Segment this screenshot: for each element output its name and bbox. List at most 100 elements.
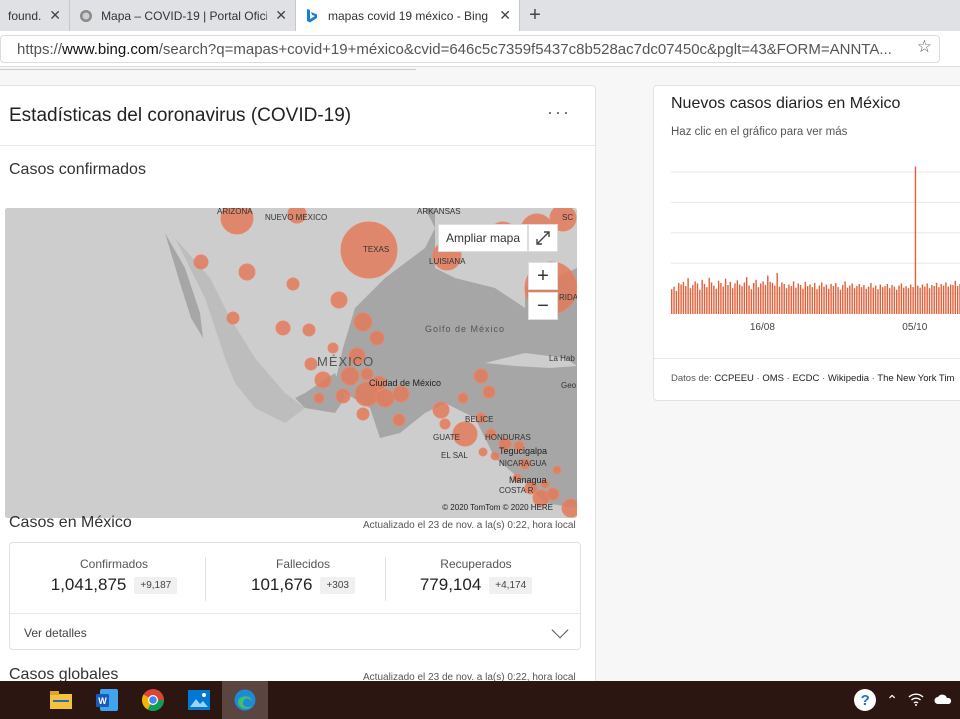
chart-bar[interactable] xyxy=(696,283,699,314)
chart-bar[interactable] xyxy=(729,281,731,314)
chart-bar[interactable] xyxy=(844,281,846,314)
chart-bar[interactable] xyxy=(717,280,720,314)
tab-bing-search[interactable]: mapas covid 19 méxico - Bing ✕ xyxy=(296,0,520,31)
chart-bar[interactable] xyxy=(720,282,722,314)
chart-bar[interactable] xyxy=(952,285,954,314)
chart-bar[interactable] xyxy=(748,285,750,314)
chart-bar[interactable] xyxy=(738,284,741,314)
chart-bar[interactable] xyxy=(924,286,926,314)
zoom-out-button[interactable]: − xyxy=(528,292,558,320)
chart-bar[interactable] xyxy=(858,283,860,314)
expand-icon[interactable] xyxy=(528,224,558,252)
chart-bar[interactable] xyxy=(919,287,921,314)
source-link[interactable]: ECDC xyxy=(792,373,819,384)
chart-bar[interactable] xyxy=(949,284,952,314)
chart-bar[interactable] xyxy=(776,272,778,314)
chart-bar[interactable] xyxy=(910,284,912,314)
chart-bar[interactable] xyxy=(715,288,717,314)
chart-bar[interactable] xyxy=(830,283,832,314)
source-link[interactable]: The New York Tim xyxy=(877,373,954,384)
chart-bar[interactable] xyxy=(886,283,889,314)
chart-bar[interactable] xyxy=(877,289,879,314)
chart-bar[interactable] xyxy=(865,288,867,314)
chart-bar[interactable] xyxy=(867,286,870,314)
chart-bar[interactable] xyxy=(938,287,940,314)
chart-bar[interactable] xyxy=(912,287,914,314)
chart-bar[interactable] xyxy=(767,275,769,314)
chart-bar[interactable] xyxy=(842,285,844,314)
chart-bar[interactable] xyxy=(832,286,835,314)
chart-bar[interactable] xyxy=(933,286,935,314)
chart-bar[interactable] xyxy=(673,286,675,314)
chart-bar[interactable] xyxy=(790,286,792,314)
chart-bar[interactable] xyxy=(856,286,858,314)
source-link[interactable]: CCPEEU xyxy=(714,373,754,384)
chart-bar[interactable] xyxy=(839,289,842,314)
chart-bar[interactable] xyxy=(781,282,783,314)
chart-bar[interactable] xyxy=(699,289,701,314)
chart-bar[interactable] xyxy=(753,282,755,314)
chart-bar[interactable] xyxy=(804,281,806,314)
chart-bar[interactable] xyxy=(774,285,776,314)
chart-bar[interactable] xyxy=(837,287,839,314)
chart-bar[interactable] xyxy=(928,288,931,314)
chart-bar[interactable] xyxy=(708,277,710,314)
chart-bar[interactable] xyxy=(701,279,703,314)
chart-bar[interactable] xyxy=(860,287,863,314)
chart-bar[interactable] xyxy=(703,283,706,314)
chart-bar[interactable] xyxy=(881,287,884,314)
chart-bar[interactable] xyxy=(863,285,865,314)
chart-bar[interactable] xyxy=(685,286,687,314)
chart-bar[interactable] xyxy=(891,285,893,314)
chart-bar[interactable] xyxy=(783,283,785,314)
chart-bar[interactable] xyxy=(849,285,851,314)
chart-bar[interactable] xyxy=(809,284,811,314)
chart-bar[interactable] xyxy=(692,285,694,314)
chart-bar[interactable] xyxy=(680,284,682,314)
chart-bar[interactable] xyxy=(802,288,804,314)
chart-bar[interactable] xyxy=(870,282,872,314)
chart-bar[interactable] xyxy=(710,282,713,314)
new-tab-button[interactable]: + xyxy=(520,0,550,31)
chart-bar[interactable] xyxy=(874,285,877,314)
photos-icon[interactable] xyxy=(176,681,222,719)
chart-bar[interactable] xyxy=(746,277,748,314)
wifi-icon[interactable] xyxy=(908,692,924,709)
chart-bar[interactable] xyxy=(797,283,799,314)
edge-icon[interactable] xyxy=(222,681,268,719)
chart-bar[interactable] xyxy=(792,281,795,314)
chart-bar[interactable] xyxy=(795,287,797,314)
chart-bar[interactable] xyxy=(788,284,790,314)
chart-bar[interactable] xyxy=(888,288,891,314)
chart-bar[interactable] xyxy=(671,289,673,314)
chart-bar[interactable] xyxy=(956,286,959,314)
favorite-star-icon[interactable]: ☆ xyxy=(917,37,932,57)
chart-bar[interactable] xyxy=(785,288,788,314)
chart-bar[interactable] xyxy=(678,282,680,314)
chart-bar[interactable] xyxy=(818,285,821,314)
daily-cases-card[interactable]: Nuevos casos diarios en México Haz clic … xyxy=(653,85,960,401)
view-details-button[interactable]: Ver detalles xyxy=(10,613,580,651)
chart-bar[interactable] xyxy=(799,285,802,314)
chart-bar[interactable] xyxy=(940,283,942,314)
chart-bar[interactable] xyxy=(764,285,767,314)
chart-bar[interactable] xyxy=(734,283,736,314)
chart-bar[interactable] xyxy=(954,280,956,314)
chart-bar[interactable] xyxy=(835,282,837,314)
chart-bar[interactable] xyxy=(853,288,856,314)
chart-bar[interactable] xyxy=(896,289,898,314)
chart-bar[interactable] xyxy=(687,278,689,314)
chart-bar[interactable] xyxy=(921,284,924,314)
chart-bar[interactable] xyxy=(931,285,933,314)
chart-bar[interactable] xyxy=(917,285,919,314)
chart-bar[interactable] xyxy=(926,283,928,314)
close-icon[interactable]: ✕ xyxy=(491,7,511,24)
chart-bar[interactable] xyxy=(823,286,825,314)
zoom-in-button[interactable]: + xyxy=(528,262,558,290)
chart-bar[interactable] xyxy=(851,283,853,314)
chart-bar[interactable] xyxy=(846,287,849,314)
chart-bar[interactable] xyxy=(872,287,874,314)
covid-map[interactable]: ARIZONA NUEVO MEXICO ARKANSAS TEXAS LUIS… xyxy=(5,208,577,518)
chart-bar[interactable] xyxy=(806,286,809,314)
tab-found[interactable]: found. ✕ xyxy=(0,0,70,31)
